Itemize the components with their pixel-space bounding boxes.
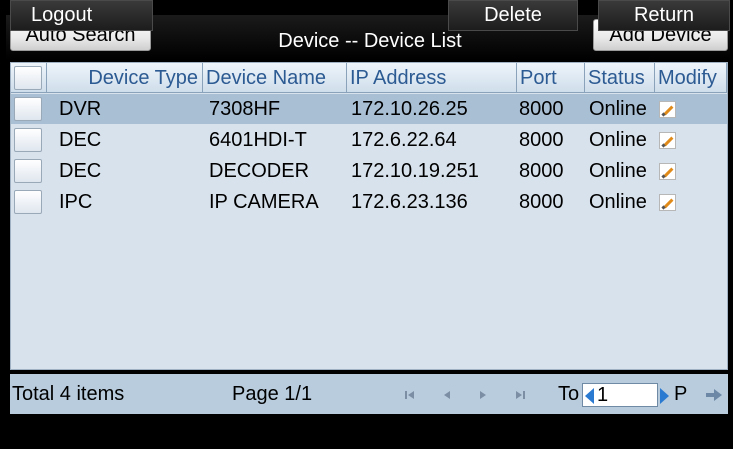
bottom-toolbar <box>6 418 730 449</box>
delete-button[interactable]: Delete <box>448 0 578 31</box>
modify-cell <box>655 187 727 217</box>
ip-address-cell: 172.6.22.64 <box>351 129 457 151</box>
go-arrow-icon[interactable] <box>706 388 722 406</box>
device-list-window: Auto Search Device -- Device List Add De… <box>0 0 733 449</box>
row-checkbox[interactable] <box>14 128 42 152</box>
last-page-icon[interactable] <box>515 390 525 400</box>
ip-address-cell: 172.10.19.251 <box>351 160 479 182</box>
increment-arrow-icon[interactable] <box>660 388 669 404</box>
row-checkbox-cell <box>11 187 47 217</box>
row-checkbox[interactable] <box>14 97 42 121</box>
device-type-cell: DEC <box>59 129 102 151</box>
edit-icon[interactable] <box>659 101 676 118</box>
table-header: Device Type Device Name IP Address Port … <box>11 63 727 93</box>
select-all-cell <box>11 63 47 93</box>
page-suffix-label: P <box>674 383 688 405</box>
device-name-cell: 6401HDI-T <box>209 129 307 151</box>
table-row[interactable]: IPC IP CAMERA 172.6.23.136 8000 Online <box>11 187 727 217</box>
select-all-checkbox[interactable] <box>14 66 42 90</box>
decrement-arrow-icon[interactable] <box>585 388 594 404</box>
row-checkbox-cell <box>11 125 47 155</box>
status-cell: Online <box>589 191 647 213</box>
device-type-cell: IPC <box>59 191 93 213</box>
device-table: Device Type Device Name IP Address Port … <box>10 62 728 370</box>
goto-page-field[interactable]: 1 <box>582 383 669 407</box>
modify-cell <box>655 125 727 155</box>
row-checkbox[interactable] <box>14 159 42 183</box>
goto-label: To <box>558 383 580 405</box>
device-type-cell: DEC <box>59 160 102 182</box>
ip-address-cell: 172.6.23.136 <box>351 191 468 213</box>
page-indicator: Page 1/1 <box>232 383 313 405</box>
table-row[interactable]: DVR 7308HF 172.10.26.25 8000 Online <box>11 94 727 124</box>
device-name-cell: DECODER <box>209 160 310 182</box>
col-header-ip-address[interactable]: IP Address <box>347 63 517 93</box>
row-checkbox-cell <box>11 94 47 124</box>
col-header-modify: Modify <box>655 63 727 93</box>
return-button[interactable]: Return <box>598 0 730 31</box>
col-header-device-type[interactable]: Device Type <box>47 63 203 93</box>
logout-button[interactable]: Logout <box>10 0 153 31</box>
pagination-bar: Total 4 items Page 1/1 To 1 P <box>10 374 728 414</box>
row-checkbox-cell <box>11 156 47 186</box>
prev-page-icon[interactable] <box>442 390 452 400</box>
status-cell: Online <box>589 160 647 182</box>
edit-icon[interactable] <box>659 163 676 180</box>
edit-icon[interactable] <box>659 194 676 211</box>
table-row[interactable]: DEC DECODER 172.10.19.251 8000 Online <box>11 156 727 186</box>
status-cell: Online <box>589 129 647 151</box>
port-cell: 8000 <box>519 191 564 213</box>
page-title: Device -- Device List <box>278 30 462 52</box>
ip-address-cell: 172.10.26.25 <box>351 98 468 120</box>
modify-cell <box>655 156 727 186</box>
device-type-cell: DVR <box>59 98 102 120</box>
modify-cell <box>655 94 727 124</box>
col-header-port[interactable]: Port <box>517 63 585 93</box>
port-cell: 8000 <box>519 98 564 120</box>
goto-page-input[interactable]: 1 <box>597 384 647 406</box>
device-name-cell: IP CAMERA <box>209 191 319 213</box>
port-cell: 8000 <box>519 129 564 151</box>
total-items-count: Total 4 items <box>12 383 125 405</box>
device-name-cell: 7308HF <box>209 98 281 120</box>
port-cell: 8000 <box>519 160 564 182</box>
row-checkbox[interactable] <box>14 190 42 214</box>
col-header-status[interactable]: Status <box>585 63 655 93</box>
next-page-icon[interactable] <box>478 390 488 400</box>
status-cell: Online <box>589 98 647 120</box>
col-header-device-name[interactable]: Device Name <box>203 63 347 93</box>
table-row[interactable]: DEC 6401HDI-T 172.6.22.64 8000 Online <box>11 125 727 155</box>
edit-icon[interactable] <box>659 132 676 149</box>
first-page-icon[interactable] <box>405 390 415 400</box>
